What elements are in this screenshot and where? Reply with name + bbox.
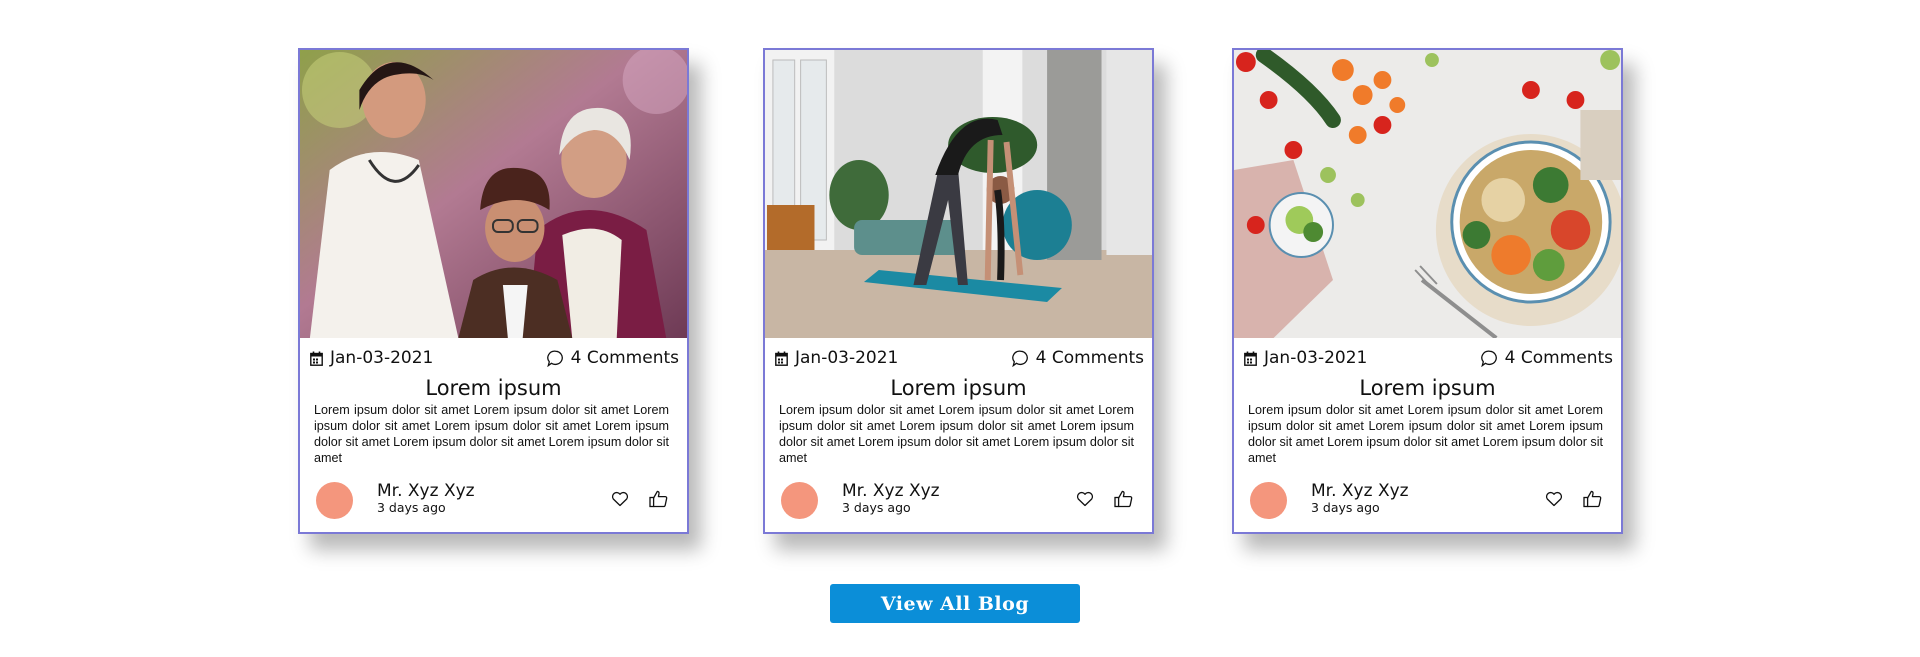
view-all-blog-button[interactable]: View All Blog [830,584,1080,623]
post-title[interactable]: Lorem ipsum [300,375,687,401]
post-date: Jan-03-2021 [775,348,898,368]
author-name[interactable]: Mr. Xyz Xyz [1311,480,1409,502]
post-time: 3 days ago [842,500,911,515]
post-comments-text: 4 Comments [570,348,679,368]
author-name[interactable]: Mr. Xyz Xyz [377,480,475,502]
post-comments[interactable]: 4 Comments [1011,348,1144,368]
like-button[interactable] [609,488,631,510]
post-title[interactable]: Lorem ipsum [1234,375,1621,401]
post-comments[interactable]: 4 Comments [1480,348,1613,368]
thumbs-up-button[interactable] [1581,488,1603,510]
post-author: Mr. Xyz Xyz 3 days ago [316,480,669,520]
post-comments-text: 4 Comments [1035,348,1144,368]
thumbs-up-icon [648,490,667,508]
author-name[interactable]: Mr. Xyz Xyz [842,480,940,502]
post-meta: Jan-03-2021 4 Comments [1244,346,1613,370]
post-comments-text: 4 Comments [1504,348,1613,368]
post-time: 3 days ago [377,500,446,515]
post-date: Jan-03-2021 [310,348,433,368]
post-author: Mr. Xyz Xyz 3 days ago [1250,480,1603,520]
heart-icon [1545,491,1563,507]
thumbs-up-icon [1113,490,1132,508]
post-comments[interactable]: 4 Comments [546,348,679,368]
post-date-text: Jan-03-2021 [330,348,434,368]
post-excerpt: Lorem ipsum dolor sit amet Lorem ipsum d… [314,403,669,465]
post-excerpt: Lorem ipsum dolor sit amet Lorem ipsum d… [1248,403,1603,465]
thumbs-up-button[interactable] [647,488,669,510]
blog-card-image[interactable] [300,50,687,338]
blog-card-image[interactable] [1234,50,1621,338]
post-author: Mr. Xyz Xyz 3 days ago [781,480,1134,520]
like-button[interactable] [1074,488,1096,510]
calendar-icon [310,351,323,366]
avatar[interactable] [781,482,818,519]
blog-card[interactable]: Jan-03-2021 4 Comments Lorem ipsum Lorem… [763,48,1154,534]
blog-card-image[interactable] [765,50,1152,338]
avatar[interactable] [316,482,353,519]
post-meta: Jan-03-2021 4 Comments [775,346,1144,370]
blog-section: Jan-03-2021 4 Comments Lorem ipsum Lorem… [0,0,1920,657]
thumbs-up-button[interactable] [1112,488,1134,510]
comment-bubble-icon [1480,350,1498,367]
comment-bubble-icon [1011,350,1029,367]
avatar[interactable] [1250,482,1287,519]
post-date: Jan-03-2021 [1244,348,1367,368]
comment-bubble-icon [546,350,564,367]
post-excerpt: Lorem ipsum dolor sit amet Lorem ipsum d… [779,403,1134,465]
blog-card[interactable]: Jan-03-2021 4 Comments Lorem ipsum Lorem… [298,48,689,534]
post-title[interactable]: Lorem ipsum [765,375,1152,401]
heart-icon [611,491,629,507]
post-date-text: Jan-03-2021 [795,348,899,368]
post-meta: Jan-03-2021 4 Comments [310,346,679,370]
post-date-text: Jan-03-2021 [1264,348,1368,368]
calendar-icon [1244,351,1257,366]
calendar-icon [775,351,788,366]
like-button[interactable] [1543,488,1565,510]
heart-icon [1076,491,1094,507]
post-time: 3 days ago [1311,500,1380,515]
thumbs-up-icon [1582,490,1601,508]
blog-card[interactable]: Jan-03-2021 4 Comments Lorem ipsum Lorem… [1232,48,1623,534]
